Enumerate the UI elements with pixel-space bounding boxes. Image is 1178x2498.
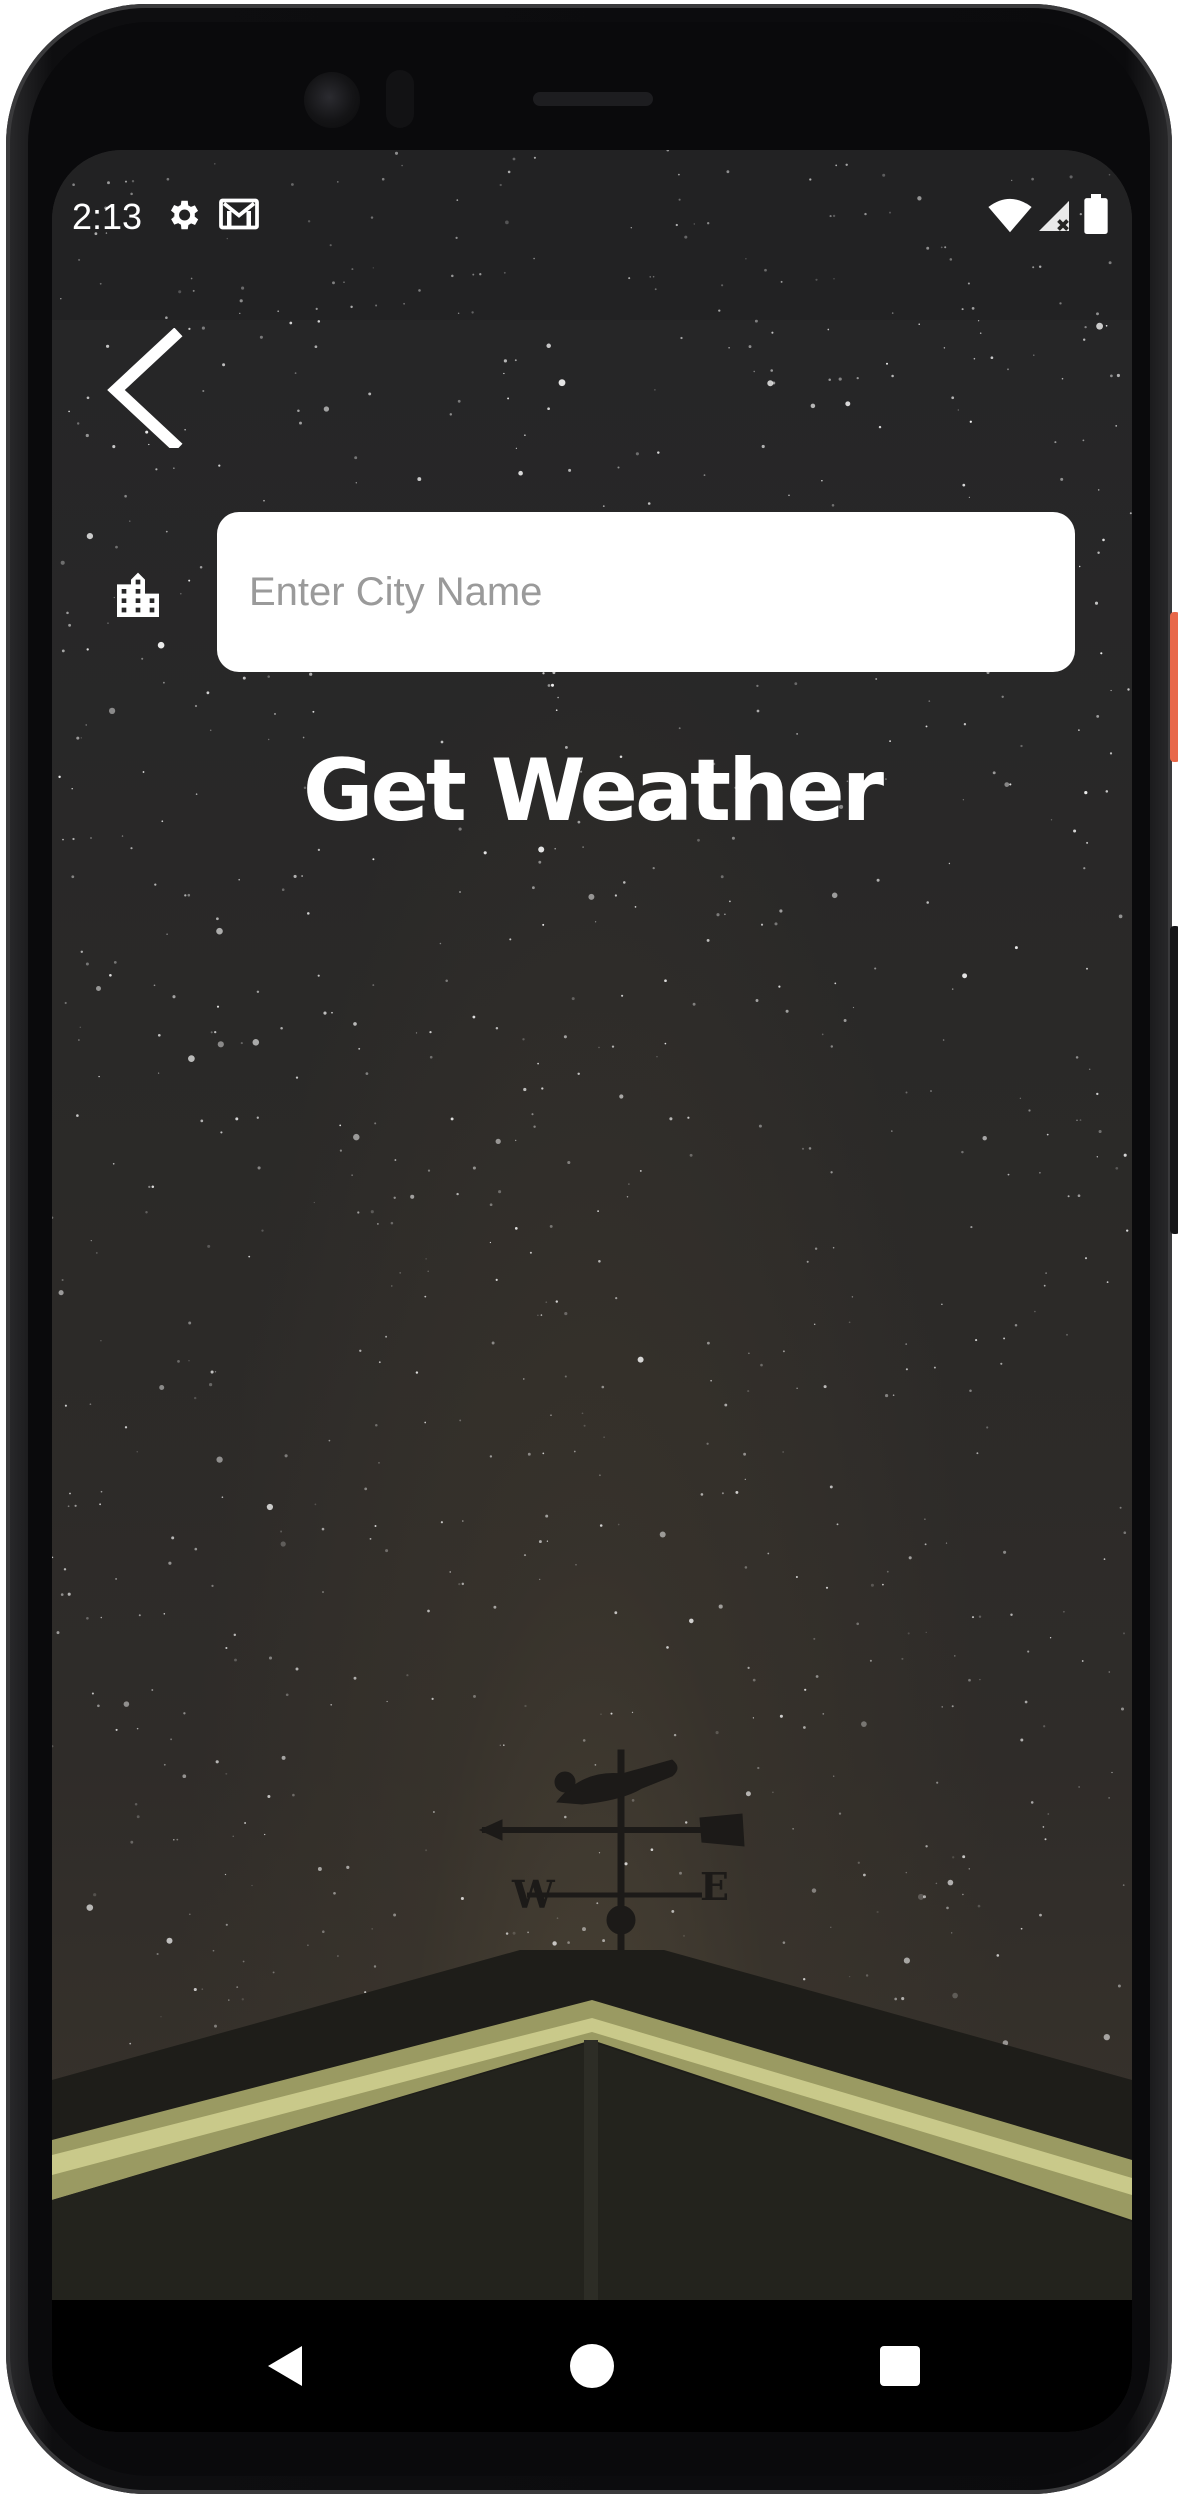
- home-circle-icon[interactable]: [564, 2338, 620, 2394]
- city-buildings-icon: [117, 572, 159, 617]
- system-nav-bar: [52, 2300, 1132, 2432]
- volume-button: [1170, 926, 1178, 1234]
- back-triangle-icon[interactable]: [258, 2338, 314, 2394]
- gmail-icon: [219, 198, 259, 230]
- signal-icon: [1039, 201, 1069, 231]
- earpiece-speaker: [533, 92, 653, 106]
- vane-east-label: E: [700, 1864, 729, 1909]
- power-button: [1170, 612, 1178, 762]
- status-bar: 2:13: [52, 150, 1132, 320]
- recents-square-icon[interactable]: [872, 2338, 928, 2394]
- city-name-input[interactable]: [217, 512, 1075, 672]
- chevron-left-icon: [107, 328, 183, 448]
- get-weather-button[interactable]: Get Weather: [52, 740, 1132, 842]
- roof-image: [52, 1950, 1132, 2300]
- status-time: 2:13: [72, 196, 143, 237]
- phone-frame: W E 2:13 Enter City Name Get Weather: [6, 4, 1178, 2494]
- front-camera: [304, 72, 360, 128]
- vane-west-label: W: [511, 1872, 556, 1917]
- proximity-sensor: [386, 70, 414, 128]
- back-button[interactable]: [96, 328, 196, 448]
- wifi-icon: [988, 198, 1032, 233]
- gear-icon: [170, 200, 199, 230]
- battery-icon: [1084, 194, 1108, 234]
- app-screen: W E 2:13 Enter City Name Get Weather: [52, 150, 1132, 2432]
